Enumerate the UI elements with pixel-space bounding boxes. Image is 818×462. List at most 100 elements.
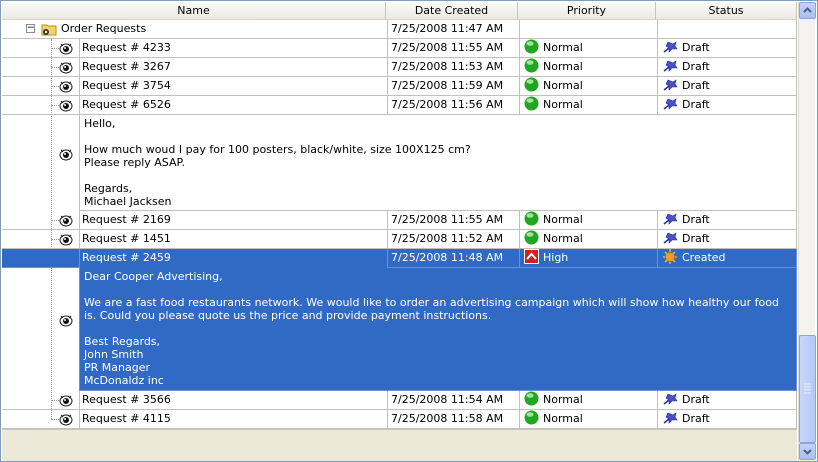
- column-header-status[interactable]: Status: [656, 2, 797, 20]
- priority-label: High: [543, 251, 569, 264]
- priority-label: Normal: [543, 213, 583, 226]
- column-header-priority[interactable]: Priority: [518, 2, 656, 20]
- green-ball-icon: [524, 211, 539, 226]
- request-name: Request # 3754: [79, 77, 387, 96]
- green-ball-icon: [524, 230, 539, 245]
- eye-icon: [59, 100, 73, 112]
- scroll-thumb[interactable]: [799, 335, 816, 443]
- request-priority: Normal: [519, 410, 657, 429]
- request-name: Request # 2169: [79, 211, 387, 230]
- group-row-order-requests[interactable]: − Order Requests 7/25/2008 11:47 AM: [2, 20, 797, 39]
- request-name: Request # 1451: [79, 230, 387, 249]
- draft-pin-icon: [663, 41, 678, 53]
- green-ball-icon: [524, 77, 539, 92]
- column-header-date[interactable]: Date Created: [386, 2, 518, 20]
- status-label: Draft: [682, 412, 710, 425]
- request-status: Draft: [657, 96, 797, 115]
- arrow-up-icon: [803, 7, 812, 13]
- column-header-name[interactable]: Name: [2, 2, 386, 20]
- request-status: Draft: [657, 391, 797, 410]
- draft-pin-icon: [663, 98, 678, 110]
- column-header: Name Date Created Priority Status: [2, 2, 797, 20]
- draft-pin-icon: [663, 79, 678, 91]
- request-date: 7/25/2008 11:55 AM: [387, 39, 519, 58]
- priority-label: Normal: [543, 412, 583, 425]
- request-status: Draft: [657, 77, 797, 96]
- grid-footer: [2, 429, 797, 461]
- eye-icon: [59, 62, 73, 74]
- request-name: Request # 6526: [79, 96, 387, 115]
- draft-pin-icon: [663, 213, 678, 225]
- table-row[interactable]: Request # 6526 7/25/2008 11:56 AM Normal…: [2, 96, 797, 115]
- green-ball-icon: [524, 410, 539, 425]
- request-status: Draft: [657, 410, 797, 429]
- eye-icon: [59, 215, 73, 227]
- table-row[interactable]: Request # 4233 7/25/2008 11:55 AM Normal…: [2, 39, 797, 58]
- request-priority: High: [519, 249, 657, 268]
- request-priority: Normal: [519, 211, 657, 230]
- request-name: Request # 3566: [79, 391, 387, 410]
- table-row-selected[interactable]: Request # 2459 7/25/2008 11:48 AM High C…: [2, 249, 797, 268]
- eye-icon: [59, 81, 73, 93]
- request-date: 7/25/2008 11:59 AM: [387, 77, 519, 96]
- green-ball-icon: [524, 96, 539, 111]
- request-date: 7/25/2008 11:53 AM: [387, 58, 519, 77]
- table-row[interactable]: Request # 4115 7/25/2008 11:58 AM Normal…: [2, 410, 797, 429]
- group-date: 7/25/2008 11:47 AM: [387, 20, 519, 39]
- table-row[interactable]: Request # 3566 7/25/2008 11:54 AM Normal…: [2, 391, 797, 410]
- message-preview-selected: Dear Cooper Advertising, We are a fast f…: [79, 268, 797, 391]
- request-status: Draft: [657, 230, 797, 249]
- request-priority: Normal: [519, 391, 657, 410]
- request-date: 7/25/2008 11:56 AM: [387, 96, 519, 115]
- table-row[interactable]: Request # 2169 7/25/2008 11:55 AM Normal…: [2, 211, 797, 230]
- request-date: 7/25/2008 11:55 AM: [387, 211, 519, 230]
- status-label: Created: [682, 251, 726, 264]
- green-ball-icon: [524, 391, 539, 406]
- group-label: Order Requests: [61, 22, 147, 35]
- status-label: Draft: [682, 98, 710, 111]
- table-row[interactable]: Request # 3754 7/25/2008 11:59 AM Normal…: [2, 77, 797, 96]
- request-name: Request # 2459: [79, 249, 387, 268]
- status-label: Draft: [682, 41, 710, 54]
- table-row[interactable]: Request # 3267 7/25/2008 11:53 AM Normal…: [2, 58, 797, 77]
- eye-icon: [59, 414, 73, 426]
- priority-label: Normal: [543, 41, 583, 54]
- priority-label: Normal: [543, 393, 583, 406]
- priority-label: Normal: [543, 98, 583, 111]
- request-date: 7/25/2008 11:52 AM: [387, 230, 519, 249]
- tree-collapse-icon[interactable]: −: [26, 24, 35, 33]
- group-status: [657, 20, 797, 39]
- status-label: Draft: [682, 60, 710, 73]
- eye-icon: [59, 43, 73, 55]
- priority-label: Normal: [543, 60, 583, 73]
- draft-pin-icon: [663, 412, 678, 424]
- folder-icon: [41, 22, 57, 36]
- scroll-down-button[interactable]: [799, 443, 816, 460]
- grid-window: Name Date Created Priority Status − Orde…: [0, 0, 818, 462]
- arrow-down-icon: [803, 449, 812, 455]
- eye-icon: [59, 395, 73, 407]
- scroll-up-button[interactable]: [799, 2, 816, 19]
- green-ball-icon: [524, 39, 539, 54]
- status-label: Draft: [682, 79, 710, 92]
- request-priority: Normal: [519, 96, 657, 115]
- grip-icon: [804, 383, 811, 394]
- priority-label: Normal: [543, 79, 583, 92]
- eye-icon: [59, 234, 73, 246]
- request-date: 7/25/2008 11:58 AM: [387, 410, 519, 429]
- vertical-scrollbar[interactable]: [798, 2, 816, 461]
- request-name: Request # 4233: [79, 39, 387, 58]
- priority-label: Normal: [543, 232, 583, 245]
- request-priority: Normal: [519, 39, 657, 58]
- status-label: Draft: [682, 232, 710, 245]
- request-status: Draft: [657, 211, 797, 230]
- request-status: Draft: [657, 58, 797, 77]
- eye-icon: [59, 149, 73, 161]
- request-priority: Normal: [519, 77, 657, 96]
- table-row[interactable]: Request # 1451 7/25/2008 11:52 AM Normal…: [2, 230, 797, 249]
- request-priority: Normal: [519, 58, 657, 77]
- high-priority-icon: [524, 249, 539, 264]
- request-status: Draft: [657, 39, 797, 58]
- eye-icon: [59, 315, 73, 327]
- draft-pin-icon: [663, 60, 678, 72]
